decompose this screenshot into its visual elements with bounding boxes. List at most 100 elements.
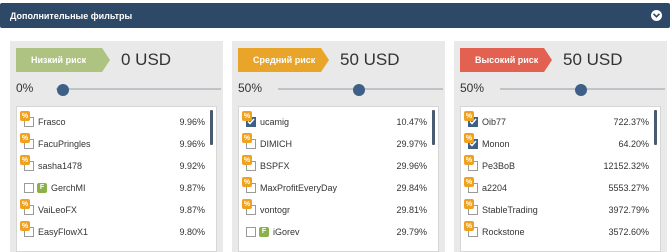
list-item[interactable]: % VaiLeoFX 9.87% xyxy=(17,199,205,220)
list-item[interactable]: % sasha1478 9.92% xyxy=(17,155,205,176)
percent-badge-icon: % xyxy=(20,111,30,121)
trader-name: DIMICH xyxy=(260,138,292,149)
risk-tag-high: Высокий риск xyxy=(460,48,552,72)
scrollbar[interactable] xyxy=(210,110,213,145)
list-item[interactable]: % EasyFlowX1 9.80% xyxy=(17,221,205,242)
list-item[interactable]: % BSPFX 29.96% xyxy=(239,155,427,176)
percent-badge-icon: % xyxy=(464,111,474,121)
slider-knob[interactable] xyxy=(574,84,587,96)
list-item[interactable]: % FacuPringles 9.96% xyxy=(17,133,205,154)
trader-name: Frasco xyxy=(38,116,66,127)
trader-return: 29.84% xyxy=(396,182,427,193)
amount-label: 50 USD xyxy=(563,50,623,69)
percent-badge-icon: % xyxy=(242,199,252,209)
list-item[interactable]: % Monon 64.20% xyxy=(461,133,649,154)
scrollbar[interactable] xyxy=(432,110,435,145)
trader-return: 9.96% xyxy=(179,138,205,149)
trader-return: 64.20% xyxy=(618,138,649,149)
slider-track[interactable] xyxy=(278,84,443,96)
trader-name: iGorev xyxy=(273,226,300,237)
trader-name: StableTrading xyxy=(482,204,538,215)
percent-badge-icon: % xyxy=(242,177,252,187)
risk-column-low: Низкий риск 0 USD 0% % Frasco 9.96%% FacuPr… xyxy=(10,41,223,252)
trader-name: BSPFX xyxy=(260,160,290,171)
slider-knob[interactable] xyxy=(56,84,69,96)
trader-return: 722.37% xyxy=(613,116,649,127)
trader-name: vontogr xyxy=(260,204,291,215)
percent-badge-icon: % xyxy=(464,133,474,143)
risk-tag-medium: Средний риск xyxy=(238,48,329,72)
trader-list: % Frasco 9.96%% FacuPringles 9.96%% sasha1478… xyxy=(16,106,217,252)
trader-return: 9.87% xyxy=(179,182,205,193)
risk-slider[interactable]: 0% xyxy=(16,81,221,96)
slider-knob[interactable] xyxy=(352,84,365,96)
f-badge-icon: F xyxy=(259,226,269,237)
trader-return: 9.80% xyxy=(179,226,205,237)
risk-column-medium: Средний риск 50 USD 50% % ucamig 10.47%% DI… xyxy=(232,41,445,252)
trader-name: Pe3BoB xyxy=(482,160,516,171)
checkbox[interactable] xyxy=(246,226,256,237)
additional-filters-header[interactable]: Дополнительные фильтры xyxy=(0,3,670,28)
scrollbar[interactable] xyxy=(654,110,657,145)
risk-column-high: Высокий риск 50 USD 50% % Oib77 722.37%% Mo… xyxy=(454,41,667,252)
trader-name: FacuPringles xyxy=(38,138,91,149)
amount-label: 50 USD xyxy=(340,50,400,69)
list-item[interactable]: % MaxProfitEveryDay 29.84% xyxy=(239,177,427,198)
filters-title: Дополнительные фильтры xyxy=(10,10,133,21)
percent-label: 50% xyxy=(460,81,485,95)
checkbox[interactable] xyxy=(24,182,34,193)
trader-return: 9.96% xyxy=(179,116,205,127)
chevron-down-icon[interactable] xyxy=(651,10,662,21)
trader-name: Oib77 xyxy=(482,116,507,127)
percent-badge-icon: % xyxy=(464,221,474,231)
list-item[interactable]: % DIMICH 29.97% xyxy=(239,133,427,154)
trader-name: ucamig xyxy=(260,116,290,127)
trader-name: sasha1478 xyxy=(38,160,83,171)
trader-return: 29.81% xyxy=(396,204,427,215)
trader-name: Rockstone xyxy=(482,226,525,237)
percent-badge-icon: % xyxy=(20,199,30,209)
list-item[interactable]: % StableTrading 3972.79% xyxy=(461,199,649,220)
percent-badge-icon: % xyxy=(464,177,474,187)
percent-label: 0% xyxy=(16,81,34,95)
trader-name: GerchMI xyxy=(51,182,86,193)
list-item[interactable]: % a2204 5553.27% xyxy=(461,177,649,198)
slider-track[interactable] xyxy=(56,84,221,96)
list-item[interactable]: % Pe3BoB 12152.32% xyxy=(461,155,649,176)
trader-return: 10.47% xyxy=(396,116,427,127)
percent-badge-icon: % xyxy=(242,133,252,143)
risk-slider[interactable]: 50% xyxy=(460,81,665,96)
trader-name: VaiLeoFX xyxy=(38,204,77,215)
trader-return: 29.79% xyxy=(396,226,427,237)
trader-return: 9.92% xyxy=(179,160,205,171)
trader-list: % Oib77 722.37%% Monon 64.20%% Pe3BoB 12152.32… xyxy=(460,106,661,252)
trader-return: 12152.32% xyxy=(603,160,649,171)
list-item[interactable]: F GerchMI 9.87% xyxy=(17,177,205,198)
percent-badge-icon: % xyxy=(242,111,252,121)
trader-return: 3572.60% xyxy=(608,226,649,237)
trader-list: % ucamig 10.47%% DIMICH 29.97%% BSPFX 29.96%% M… xyxy=(238,106,439,252)
percent-badge-icon: % xyxy=(20,133,30,143)
percent-badge-icon: % xyxy=(464,199,474,209)
list-item[interactable]: % ucamig 10.47% xyxy=(239,111,427,132)
list-item[interactable]: % vontogr 29.81% xyxy=(239,199,427,220)
list-item[interactable]: % Rockstone 3572.60% xyxy=(461,221,649,242)
list-item[interactable]: FiGorev 29.79% xyxy=(239,221,427,242)
trader-name: MaxProfitEveryDay xyxy=(260,182,338,193)
list-item[interactable]: % Frasco 9.96% xyxy=(17,111,205,132)
percent-badge-icon: % xyxy=(20,155,30,165)
trader-return: 9.87% xyxy=(179,204,205,215)
slider-track[interactable] xyxy=(500,84,665,96)
percent-badge-icon: % xyxy=(20,221,30,231)
trader-return: 29.96% xyxy=(396,160,427,171)
percent-label: 50% xyxy=(238,81,263,95)
risk-slider[interactable]: 50% xyxy=(238,81,443,96)
trader-name: Monon xyxy=(482,138,510,149)
f-badge-icon: F xyxy=(37,182,47,193)
trader-return: 3972.79% xyxy=(608,204,649,215)
list-item[interactable]: % Oib77 722.37% xyxy=(461,111,649,132)
amount-label: 0 USD xyxy=(121,50,172,69)
trader-return: 5553.27% xyxy=(608,182,649,193)
trader-name: a2204 xyxy=(482,182,508,193)
risk-tag-low: Низкий риск xyxy=(16,48,110,72)
